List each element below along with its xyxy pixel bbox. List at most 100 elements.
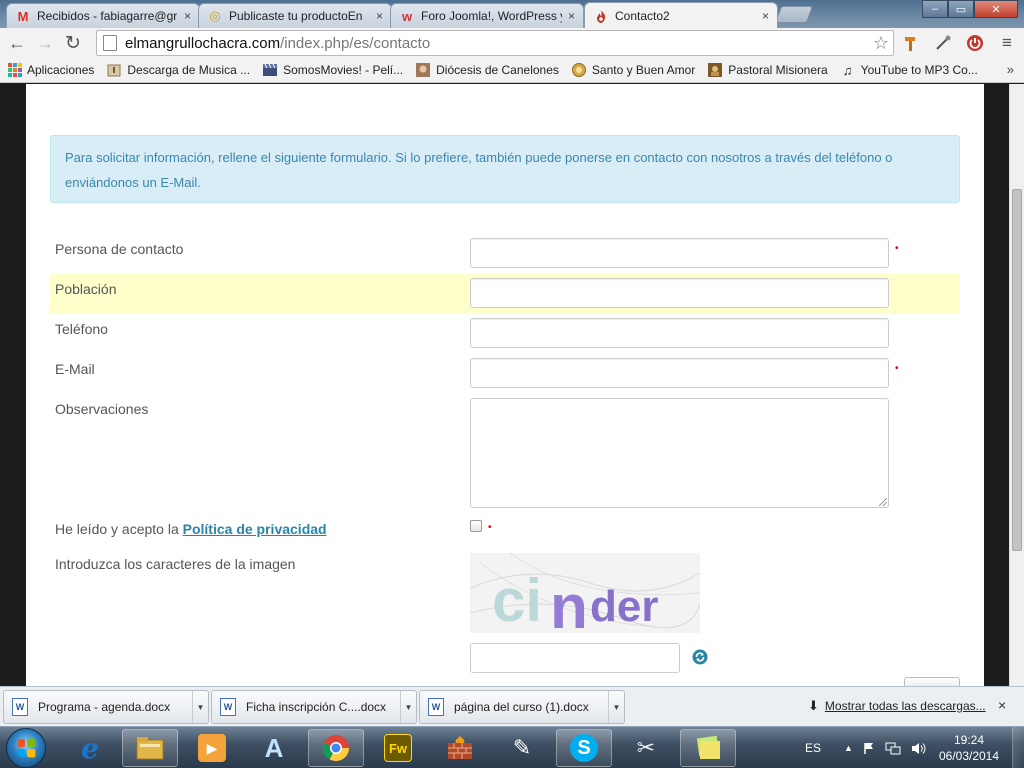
bookmark-label: Aplicaciones: [27, 63, 95, 77]
tab-close-icon[interactable]: ×: [762, 9, 769, 23]
field-row-town: Población: [50, 274, 960, 314]
minimize-button[interactable]: –: [922, 0, 948, 18]
dropdown-arrow-icon[interactable]: ▼: [400, 691, 416, 723]
required-marker: •: [488, 522, 492, 533]
page-content: Para solicitar información, rellene el s…: [26, 84, 984, 686]
system-tray: ES ▲: [800, 727, 932, 768]
field-row-contact: Persona de contacto •: [50, 234, 960, 274]
volume-icon[interactable]: [911, 742, 927, 755]
sticky-notes-icon: [694, 734, 722, 762]
apps-grid-icon: [8, 63, 22, 77]
svg-text:n: n: [550, 573, 588, 633]
taskbar-app-a[interactable]: A: [246, 729, 302, 767]
url-path: /index.php/es/contacto: [280, 34, 431, 52]
refresh-captcha-icon[interactable]: [692, 649, 708, 665]
action-center-flag-icon[interactable]: [863, 742, 875, 755]
language-indicator[interactable]: ES: [805, 741, 821, 755]
tab-contacto2[interactable]: Contacto2 ×: [584, 2, 778, 28]
bookmark-star-icon[interactable]: ☆: [873, 33, 889, 54]
reload-button[interactable]: ↻: [59, 29, 87, 57]
field-label: E-Mail: [55, 361, 95, 377]
maximize-button[interactable]: ▭: [948, 0, 974, 18]
submit-button[interactable]: [904, 677, 960, 686]
privacy-prefix: He leído y acepto la: [55, 521, 183, 537]
phone-input[interactable]: [470, 318, 889, 348]
page-scrollbar[interactable]: [1009, 84, 1024, 686]
tab-close-icon[interactable]: ×: [376, 9, 383, 23]
taskbar-fireworks[interactable]: Fw: [370, 729, 426, 767]
taskbar-media-player[interactable]: ▶: [184, 729, 240, 767]
start-button[interactable]: [6, 728, 46, 768]
notes-textarea[interactable]: [470, 398, 889, 508]
dropdown-arrow-icon[interactable]: ▼: [192, 691, 208, 723]
close-window-button[interactable]: ✕: [974, 0, 1018, 18]
tab-gmail[interactable]: M Recibidos - fabiagarre@gr ×: [6, 3, 200, 28]
town-input[interactable]: [470, 278, 889, 308]
network-icon[interactable]: [885, 742, 901, 755]
required-marker: •: [895, 243, 899, 254]
close-shelf-icon[interactable]: ×: [998, 697, 1006, 713]
browser-toolbar: ← → ↻ elmangrullochacra.com /index.php/e…: [0, 28, 1024, 58]
tab-close-icon[interactable]: ×: [568, 9, 575, 23]
dropdown-arrow-icon[interactable]: ▼: [608, 691, 624, 723]
extension-power-icon[interactable]: [964, 32, 986, 54]
word-doc-icon: W: [428, 698, 444, 716]
privacy-label: He leído y acepto la Política de privaci…: [55, 521, 327, 537]
bookmark-aplicaciones[interactable]: Aplicaciones: [8, 63, 94, 77]
bookmark-somosmovies[interactable]: SomosMovies! - Pelí...: [262, 62, 403, 78]
tab-label: Recibidos - fabiagarre@gr: [37, 9, 178, 23]
tab-label: Contacto2: [615, 8, 670, 23]
system-clock[interactable]: 19:24 06/03/2014: [936, 732, 1002, 764]
pen-tool-icon: ✎: [512, 735, 532, 760]
taskbar-snipping-tool[interactable]: ✂: [618, 729, 674, 767]
bookmark-youtube-mp3[interactable]: ♫ YouTube to MP3 Co...: [840, 62, 978, 78]
field-row-notes: Observaciones: [50, 394, 960, 514]
download-label: Programa - agenda.docx: [38, 700, 171, 714]
taskbar-sticky-notes[interactable]: [680, 729, 736, 767]
taskbar-pen-tool[interactable]: ✎: [494, 729, 550, 767]
captcha-input[interactable]: [470, 643, 680, 673]
firewall-icon: [446, 734, 474, 762]
taskbar-chrome[interactable]: [308, 729, 364, 767]
menu-icon[interactable]: ≡: [996, 32, 1018, 54]
extension-wand-icon[interactable]: [932, 32, 954, 54]
file-explorer-icon: [136, 734, 164, 762]
show-desktop-button[interactable]: [1012, 727, 1024, 768]
taskbar-file-explorer[interactable]: [122, 729, 178, 767]
show-hidden-icons-icon[interactable]: ▲: [844, 743, 853, 753]
forward-button[interactable]: →: [31, 29, 59, 57]
extension-hammer-icon[interactable]: [900, 32, 922, 54]
download-item[interactable]: W Ficha inscripción C....docx ▼: [211, 690, 417, 724]
scissors-icon: ✂: [636, 735, 656, 760]
bookmark-diocesis[interactable]: Diócesis de Canelones: [415, 62, 559, 78]
bookmark-santo-buen-amor[interactable]: Santo y Buen Amor: [571, 62, 695, 78]
show-all-downloads-link[interactable]: ⬇ Mostrar todas las descargas...: [808, 698, 986, 714]
bookmark-label: Descarga de Musica ...: [127, 63, 251, 77]
url-host: elmangrullochacra.com: [125, 34, 281, 52]
tab-foro-joomla[interactable]: w Foro Joomla!, WordPress y ×: [390, 3, 584, 28]
email-input[interactable]: [470, 358, 889, 388]
svg-text:ci: ci: [492, 567, 542, 633]
bookmark-label: Diócesis de Canelones: [436, 63, 559, 77]
bookmarks-overflow-chevron-icon[interactable]: »: [1007, 62, 1014, 77]
contact-person-input[interactable]: [470, 238, 889, 268]
privacy-policy-link[interactable]: Política de privacidad: [183, 521, 327, 537]
taskbar-internet-explorer[interactable]: e: [62, 729, 118, 767]
bookmark-pastoral-misionera[interactable]: Pastoral Misionera: [707, 62, 828, 78]
resize-grip-icon[interactable]: [879, 498, 887, 506]
flame-icon: [593, 8, 609, 24]
svg-text:der: der: [590, 582, 658, 631]
privacy-row: He leído y acepto la Política de privaci…: [50, 514, 960, 544]
address-bar[interactable]: elmangrullochacra.com /index.php/es/cont…: [96, 30, 894, 56]
tab-close-icon[interactable]: ×: [184, 9, 191, 23]
bookmark-descarga-musica[interactable]: Descarga de Musica ...: [106, 62, 250, 78]
tab-mercadolibre[interactable]: ◎ Publicaste tu productoEn ×: [198, 3, 392, 28]
new-tab-button[interactable]: [774, 6, 814, 23]
privacy-checkbox[interactable]: [470, 520, 482, 532]
back-button[interactable]: ←: [3, 29, 31, 57]
taskbar-firewall[interactable]: [432, 729, 488, 767]
scrollbar-thumb[interactable]: [1012, 189, 1022, 551]
download-item[interactable]: W página del curso (1).docx ▼: [419, 690, 625, 724]
taskbar-skype[interactable]: S: [556, 729, 612, 767]
download-item[interactable]: W Programa - agenda.docx ▼: [3, 690, 209, 724]
